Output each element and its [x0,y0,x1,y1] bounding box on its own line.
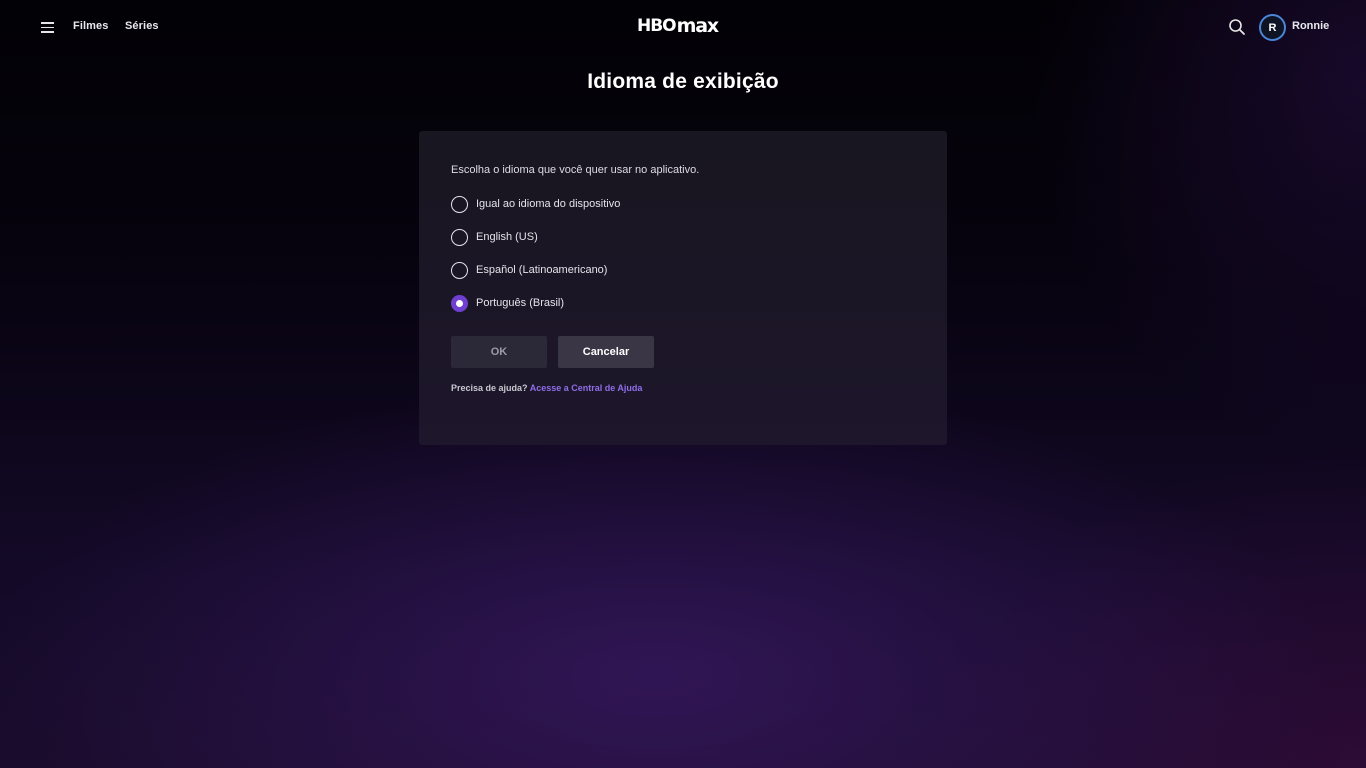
radio-button-selected-icon[interactable] [451,294,468,312]
language-option-device[interactable]: Igual ao idioma do dispositivo [451,195,620,213]
language-option-espanol[interactable]: Español (Latinoamericano) [451,261,607,279]
help-text: Precisa de ajuda? Acesse a Central de Aj… [451,383,642,393]
hbo-max-logo[interactable]: HBO max [637,14,719,38]
profile-name[interactable]: Ronnie [1292,20,1329,32]
language-option-portugues[interactable]: Português (Brasil) [451,294,564,312]
help-center-link[interactable]: Acesse a Central de Ajuda [530,383,643,393]
nav-link-filmes[interactable]: Filmes [73,20,108,32]
profile-avatar[interactable]: R [1259,14,1286,41]
cancel-button[interactable]: Cancelar [558,336,654,368]
language-option-label: Español (Latinoamericano) [476,264,608,276]
language-instruction-text: Escolha o idioma que você quer usar no a… [451,164,700,176]
top-navigation-bar: Filmes Séries HBO max R Ronnie [0,0,1366,54]
ok-button[interactable]: OK [451,336,547,368]
help-prompt: Precisa de ajuda? [451,383,528,393]
language-option-label: Igual ao idioma do dispositivo [476,198,621,210]
language-settings-card: Escolha o idioma que você quer usar no a… [419,131,947,445]
radio-button-icon[interactable] [451,195,468,213]
language-option-english[interactable]: English (US) [451,228,538,246]
radio-button-icon[interactable] [451,261,468,279]
language-option-label: English (US) [476,231,538,243]
page-title: Idioma de exibição [587,70,779,93]
language-option-label: Português (Brasil) [476,297,565,309]
hamburger-menu-icon[interactable] [40,19,56,35]
radio-button-icon[interactable] [451,228,468,246]
search-icon[interactable] [1228,18,1246,36]
nav-link-series[interactable]: Séries [125,20,159,32]
